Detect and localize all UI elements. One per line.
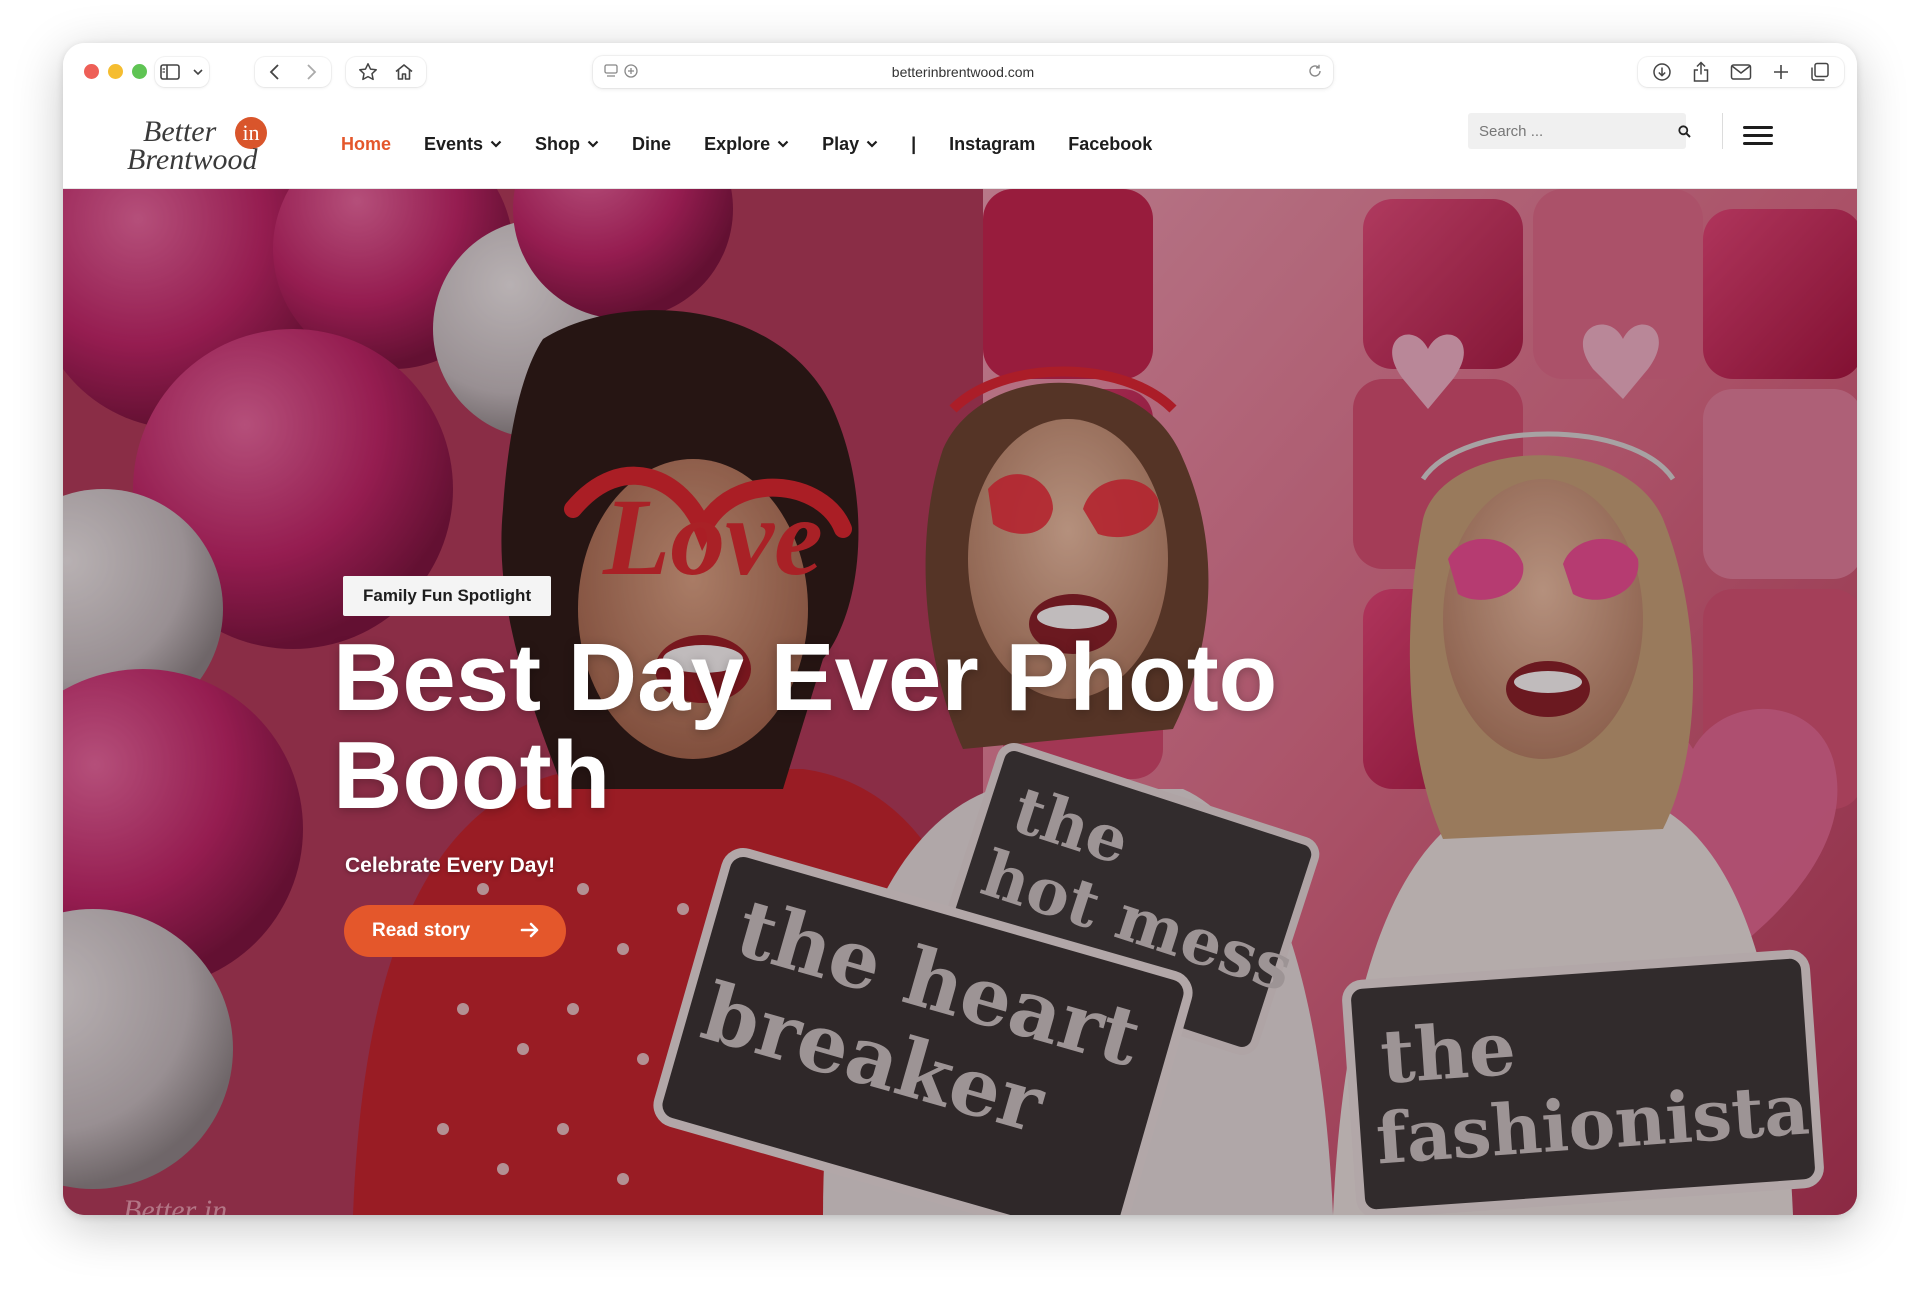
read-story-label: Read story — [372, 920, 471, 941]
chevron-down-icon — [587, 140, 599, 148]
back-icon[interactable] — [268, 63, 282, 81]
url-text: betterinbrentwood.com — [891, 64, 1035, 80]
toolbar-actions — [1638, 57, 1844, 87]
category-tag[interactable]: Family Fun Spotlight — [343, 576, 552, 616]
history-nav — [255, 57, 331, 87]
share-icon[interactable] — [1692, 61, 1710, 83]
site-header: Better in Brentwood Home Events Shop Din… — [63, 99, 1857, 189]
star-icon[interactable] — [358, 62, 378, 82]
extension-icon[interactable] — [623, 63, 639, 79]
search-icon[interactable] — [1678, 124, 1691, 138]
plus-icon[interactable] — [1772, 63, 1790, 81]
nav-item-home[interactable]: Home — [341, 134, 391, 155]
tabs-icon[interactable] — [1810, 62, 1830, 82]
chevron-down-icon — [866, 140, 878, 148]
mail-icon[interactable] — [1730, 63, 1752, 81]
home-icon[interactable] — [394, 62, 414, 82]
zoom-window-button[interactable] — [132, 64, 147, 79]
browser-window: betterinbrentwood.com Better in Brentwoo… — [63, 43, 1857, 1215]
reader-icon[interactable] — [603, 63, 619, 79]
nav-item-instagram[interactable]: Instagram — [949, 134, 1035, 155]
chevron-down-icon — [490, 140, 502, 148]
minimize-window-button[interactable] — [108, 64, 123, 79]
close-window-button[interactable] — [84, 64, 99, 79]
chevron-down-icon — [193, 69, 203, 76]
address-bar[interactable]: betterinbrentwood.com — [593, 56, 1333, 88]
forward-icon[interactable] — [304, 63, 318, 81]
nav-item-shop[interactable]: Shop — [535, 134, 599, 155]
hero-slider: Love the hot mess the heart breaker the … — [63, 189, 1857, 1215]
menu-icon[interactable] — [1743, 126, 1773, 146]
nav-item-play[interactable]: Play — [822, 134, 878, 155]
nav-item-explore[interactable]: Explore — [704, 134, 789, 155]
main-nav: Home Events Shop Dine Explore Play | Ins… — [341, 99, 1185, 189]
bookmark-home-group — [346, 57, 426, 87]
hero-subtitle: Celebrate Every Day! — [345, 854, 556, 877]
site-logo[interactable]: Better in Brentwood — [127, 113, 287, 179]
nav-separator: | — [911, 133, 917, 154]
read-story-button[interactable]: Read story — [344, 905, 566, 957]
nav-item-facebook[interactable]: Facebook — [1068, 134, 1152, 155]
sidebar-icon — [160, 64, 180, 80]
sidebar-toggle-button[interactable] — [155, 57, 209, 87]
download-icon[interactable] — [1652, 62, 1672, 82]
reload-icon[interactable] — [1307, 63, 1323, 79]
chevron-down-icon — [777, 140, 789, 148]
nav-item-events[interactable]: Events — [424, 134, 502, 155]
search-input[interactable] — [1468, 122, 1678, 140]
browser-toolbar: betterinbrentwood.com — [63, 43, 1857, 99]
logo-line2: Brentwood — [127, 143, 258, 176]
header-divider — [1722, 113, 1723, 149]
arrow-right-icon — [520, 922, 539, 938]
image-watermark: Better in — [123, 1194, 228, 1215]
site-search — [1468, 113, 1691, 149]
hero-title[interactable]: Best Day Ever Photo Booth — [333, 629, 1333, 825]
nav-item-dine[interactable]: Dine — [632, 134, 671, 155]
